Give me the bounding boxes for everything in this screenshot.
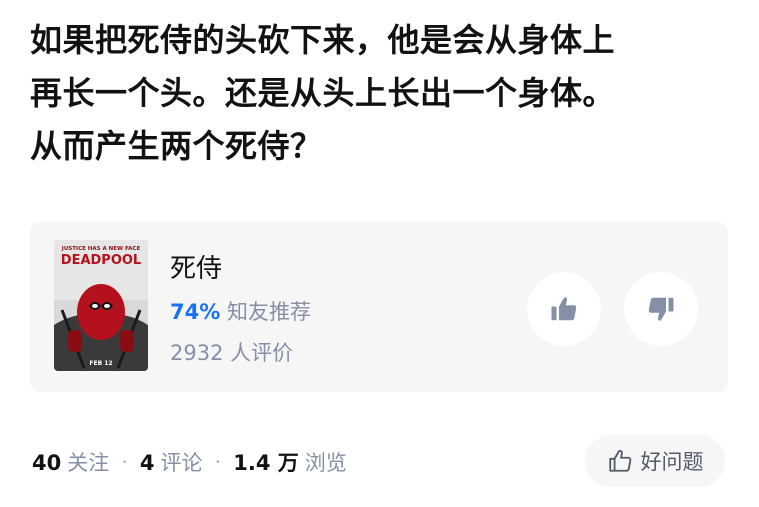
poster-logo: DEADPOOL: [61, 253, 141, 268]
recommend-percent: 74%: [170, 300, 221, 324]
recommend-label: 知友推荐: [226, 300, 311, 324]
deadpool-poster-image: JUSTICE HAS A NEW FACE DEADPOOL FEB 12: [54, 240, 148, 371]
movie-poster[interactable]: JUSTICE HAS A NEW FACE DEADPOOL FEB 12: [54, 240, 148, 371]
comment-count: 4: [139, 451, 155, 475]
review-count: 2932 人评价: [170, 341, 294, 365]
question-title-line-1: 如果把死侍的头砍下来，他是会从身体上: [30, 21, 616, 59]
thumbs-down-icon: [648, 297, 674, 321]
movie-card[interactable]: JUSTICE HAS A NEW FACE DEADPOOL FEB 12 死…: [30, 222, 728, 392]
good-question-label: 好问题: [640, 450, 704, 474]
poster-date: FEB 12: [89, 360, 112, 367]
downvote-button[interactable]: [624, 272, 698, 346]
separator-dot: ·: [121, 450, 128, 474]
question-stats: 40 关注 · 4 评论 · 1.4 万浏览: [32, 447, 347, 477]
separator-dot: ·: [214, 450, 222, 474]
question-title-line-3: 从而产生两个死侍？: [30, 127, 323, 165]
question-title-line-2: 再长一个头。还是从头上长出一个身体。: [30, 74, 616, 112]
comment-stat[interactable]: 4 评论: [140, 447, 203, 477]
follow-stat[interactable]: 40 关注: [32, 447, 109, 477]
thumbs-up-icon: [551, 297, 577, 321]
view-stat: 1.4 万浏览: [233, 447, 347, 477]
good-question-button[interactable]: 好问题: [585, 435, 725, 487]
comment-label: 评论: [160, 451, 203, 475]
view-count: 1.4 万: [233, 451, 299, 475]
follow-count: 40: [32, 451, 62, 475]
view-label: 浏览: [304, 451, 347, 475]
follow-label: 关注: [67, 451, 110, 475]
recommend-rating: 74% 知友推荐: [170, 296, 311, 326]
question-title: 如果把死侍的头砍下来，他是会从身体上 再长一个头。还是从头上长出一个身体。 从而…: [30, 14, 740, 173]
thumbs-up-outline-icon: [608, 450, 631, 472]
poster-tagline: JUSTICE HAS A NEW FACE: [61, 246, 141, 252]
upvote-button[interactable]: [527, 272, 601, 346]
movie-title[interactable]: 死侍: [170, 248, 222, 285]
